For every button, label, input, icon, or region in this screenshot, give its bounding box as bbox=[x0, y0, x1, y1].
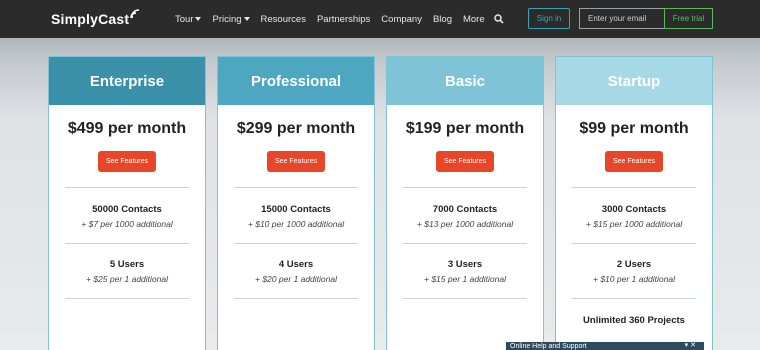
see-features-button[interactable]: See Features bbox=[267, 151, 325, 172]
plan-price: $499 per month bbox=[67, 120, 187, 137]
users-extra: + $10 per 1 additional bbox=[593, 274, 675, 284]
nav-blog[interactable]: Blog bbox=[433, 14, 452, 25]
users-count: 5 Users bbox=[109, 259, 145, 270]
free-trial-button[interactable]: Free trial bbox=[664, 8, 713, 29]
divider bbox=[572, 187, 696, 188]
plan-card-enterprise: Enterprise $499 per month See Features 5… bbox=[48, 56, 206, 350]
users-extra: + $20 per 1 additional bbox=[255, 274, 337, 284]
divider bbox=[65, 298, 189, 299]
divider bbox=[65, 243, 189, 244]
users-extra: + $15 per 1 additional bbox=[424, 274, 506, 284]
signal-waves-icon bbox=[130, 6, 140, 24]
projects-count: Unlimited 360 Projects bbox=[583, 315, 685, 326]
search-icon[interactable] bbox=[493, 14, 504, 24]
plan-price: $299 per month bbox=[236, 120, 356, 137]
plan-price: $199 per month bbox=[405, 120, 525, 137]
see-features-button[interactable]: See Features bbox=[605, 151, 663, 172]
users-count: 2 Users bbox=[616, 259, 652, 270]
contacts-count: 7000 Contacts bbox=[432, 204, 498, 215]
plan-card-startup: Startup $99 per month See Features 3000 … bbox=[555, 56, 713, 350]
plan-name: Professional bbox=[218, 57, 374, 105]
nav-resources[interactable]: Resources bbox=[261, 14, 306, 25]
see-features-button[interactable]: See Features bbox=[98, 151, 156, 172]
divider bbox=[403, 187, 527, 188]
top-navigation-bar: SimplyCast Tour Pricing Resources Partne… bbox=[0, 0, 760, 38]
email-signup: Free trial bbox=[579, 8, 713, 29]
users-count: 4 Users bbox=[278, 259, 314, 270]
divider bbox=[403, 243, 527, 244]
simplycast-logo[interactable]: SimplyCast bbox=[51, 9, 140, 28]
main-nav: Tour Pricing Resources Partnerships Comp… bbox=[175, 0, 504, 38]
nav-company[interactable]: Company bbox=[381, 14, 422, 25]
chevron-down-icon bbox=[195, 17, 202, 21]
plan-price: $99 per month bbox=[579, 120, 689, 137]
chat-window-controls[interactable]: ▾ ✕ bbox=[685, 342, 696, 350]
users-extra: + $25 per 1 additional bbox=[86, 274, 168, 284]
live-chat-bar[interactable]: Online Help and Support ▾ ✕ bbox=[506, 342, 704, 350]
see-features-button[interactable]: See Features bbox=[436, 151, 494, 172]
chevron-down-icon bbox=[243, 17, 250, 21]
plan-card-basic: Basic $199 per month See Features 7000 C… bbox=[386, 56, 544, 350]
contacts-extra: + $15 per 1000 additional bbox=[585, 219, 683, 229]
plan-card-professional: Professional $299 per month See Features… bbox=[217, 56, 375, 350]
contacts-extra: + $13 per 1000 additional bbox=[416, 219, 514, 229]
contacts-count: 50000 Contacts bbox=[92, 204, 162, 215]
contacts-count: 3000 Contacts bbox=[601, 204, 667, 215]
brand-name: SimplyCast bbox=[51, 11, 130, 27]
contacts-count: 15000 Contacts bbox=[261, 204, 331, 215]
nav-partnerships[interactable]: Partnerships bbox=[317, 14, 370, 25]
contacts-extra: + $10 per 1000 additional bbox=[247, 219, 345, 229]
divider bbox=[65, 187, 189, 188]
divider bbox=[572, 243, 696, 244]
plan-name: Enterprise bbox=[49, 57, 205, 105]
divider bbox=[234, 187, 358, 188]
divider bbox=[234, 298, 358, 299]
nav-tour-label: Tour bbox=[175, 13, 194, 25]
nav-tour[interactable]: Tour bbox=[175, 13, 202, 25]
plan-name: Basic bbox=[387, 57, 543, 105]
divider bbox=[234, 243, 358, 244]
divider bbox=[572, 298, 696, 299]
sign-in-button[interactable]: Sign in bbox=[528, 8, 570, 29]
plan-name: Startup bbox=[556, 57, 712, 105]
users-count: 3 Users bbox=[447, 259, 483, 270]
divider bbox=[403, 298, 527, 299]
contacts-extra: + $7 per 1000 additional bbox=[81, 219, 173, 229]
chat-label: Online Help and Support bbox=[510, 343, 587, 350]
email-field[interactable] bbox=[579, 8, 664, 29]
nav-pricing-label: Pricing bbox=[212, 13, 242, 25]
nav-more[interactable]: More bbox=[463, 14, 485, 25]
nav-pricing[interactable]: Pricing bbox=[212, 13, 250, 25]
